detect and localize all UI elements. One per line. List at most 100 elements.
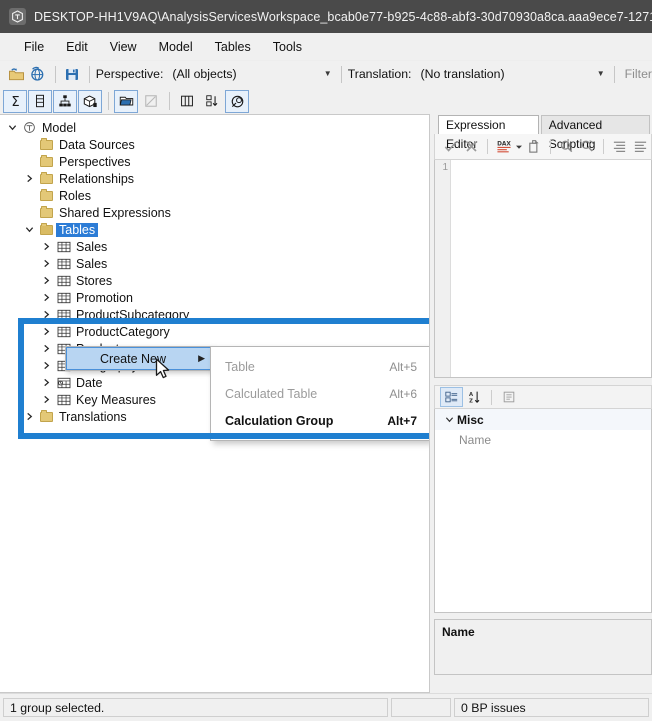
tree-node-productsubcategory[interactable]: ProductSubcategory bbox=[0, 306, 429, 323]
perspective-combobox[interactable]: (All objects) ▼ bbox=[170, 64, 335, 84]
dax-format-dropdown-icon[interactable] bbox=[514, 136, 523, 158]
find-icon[interactable] bbox=[556, 136, 577, 158]
menu-bar: File Edit View Model Tables Tools bbox=[0, 33, 652, 61]
tab-advanced-scripting[interactable]: Advanced Scripting bbox=[540, 115, 650, 151]
tree-node-data-sources[interactable]: Data Sources bbox=[0, 136, 429, 153]
chevron-down-icon[interactable]: ▼ bbox=[594, 70, 608, 78]
open-folder-icon[interactable] bbox=[6, 64, 26, 85]
tree-node-label: Key Measures bbox=[76, 392, 156, 407]
tree-node-label: ProductSubcategory bbox=[76, 307, 190, 322]
folder-icon bbox=[40, 188, 53, 201]
paste-icon[interactable] bbox=[523, 136, 544, 158]
tree-node-stores[interactable]: Stores bbox=[0, 272, 429, 289]
property-row-name[interactable]: Name bbox=[435, 430, 651, 450]
submenu-item-label: Calculation Group bbox=[225, 413, 334, 428]
tree-node-sales[interactable]: Sales bbox=[0, 255, 429, 272]
translation-combobox[interactable]: (No translation) ▼ bbox=[418, 64, 608, 84]
model-tree-panel[interactable]: Model Data Sources Perspectives Relationshi… bbox=[0, 114, 430, 693]
expression-tabs: Expression Editor Advanced Scripting bbox=[434, 114, 652, 151]
properties-grid[interactable]: Misc Name bbox=[434, 409, 652, 613]
menu-edit[interactable]: Edit bbox=[55, 36, 99, 58]
measures-toggle-button[interactable]: Σ bbox=[3, 89, 27, 113]
chevron-right-icon[interactable] bbox=[38, 293, 54, 302]
tree-node-tables[interactable]: Tables bbox=[0, 221, 429, 238]
categorized-view-icon[interactable] bbox=[440, 387, 463, 407]
dependencies-toggle-button[interactable] bbox=[225, 89, 249, 113]
menu-tools[interactable]: Tools bbox=[262, 36, 313, 58]
sort-order-toggle-button[interactable] bbox=[200, 90, 224, 113]
chevron-right-icon[interactable] bbox=[38, 327, 54, 336]
folder-icon bbox=[40, 137, 53, 150]
display-folders-toggle-button[interactable] bbox=[114, 89, 138, 113]
tree-node-promotion[interactable]: Promotion bbox=[0, 289, 429, 306]
chevron-right-icon[interactable] bbox=[38, 378, 54, 387]
folder-icon bbox=[37, 154, 56, 167]
tree-node-label: Shared Expressions bbox=[59, 205, 171, 220]
property-pages-icon[interactable] bbox=[497, 387, 520, 407]
cancel-x-icon[interactable] bbox=[461, 136, 482, 158]
menu-view[interactable]: View bbox=[99, 36, 148, 58]
tree-node-productcategory[interactable]: ProductCategory bbox=[0, 323, 429, 340]
table-icon bbox=[54, 241, 73, 253]
status-bp-issues[interactable]: 0 BP issues bbox=[454, 698, 649, 717]
chevron-down-icon[interactable] bbox=[21, 225, 37, 234]
accept-check-icon[interactable] bbox=[440, 136, 461, 158]
properties-category-misc[interactable]: Misc bbox=[435, 409, 651, 430]
all-columns-toggle-button[interactable] bbox=[175, 90, 199, 113]
tree-node-shared-expressions[interactable]: Shared Expressions bbox=[0, 204, 429, 221]
indent-icon[interactable] bbox=[609, 136, 630, 158]
refresh-globe-icon[interactable] bbox=[27, 64, 47, 85]
folder-icon bbox=[37, 188, 56, 201]
chevron-right-icon[interactable] bbox=[38, 259, 54, 268]
chevron-right-icon[interactable] bbox=[38, 395, 54, 404]
context-menu-item-create-new[interactable]: Create New ▶ bbox=[66, 347, 212, 370]
submenu-item-table[interactable]: Table Alt+5 bbox=[211, 353, 429, 380]
menu-model[interactable]: Model bbox=[148, 36, 204, 58]
expr-toolbar-divider-2 bbox=[549, 139, 551, 154]
chevron-down-icon[interactable] bbox=[441, 415, 457, 424]
date-table-icon bbox=[54, 377, 73, 389]
chevron-right-icon[interactable] bbox=[38, 344, 54, 353]
chevron-down-icon[interactable]: ▼ bbox=[321, 70, 335, 78]
tree-node-sales[interactable]: Sales bbox=[0, 238, 429, 255]
tree-node-perspectives[interactable]: Perspectives bbox=[0, 153, 429, 170]
properties-toolbar-divider bbox=[491, 389, 492, 405]
context-menu[interactable]: Create New ▶ bbox=[65, 346, 213, 371]
tree-node-roles[interactable]: Roles bbox=[0, 187, 429, 204]
save-icon[interactable] bbox=[62, 64, 82, 85]
submenu-item-label: Calculated Table bbox=[225, 386, 318, 401]
tree-node-model[interactable]: Model bbox=[0, 119, 429, 136]
chevron-right-icon[interactable] bbox=[38, 242, 54, 251]
chevron-right-icon[interactable] bbox=[38, 361, 54, 370]
editor-code-area[interactable] bbox=[451, 160, 651, 377]
tree-node-label: ProductCategory bbox=[76, 324, 170, 339]
chevron-down-icon[interactable] bbox=[4, 123, 20, 132]
columns-toggle-button[interactable] bbox=[28, 89, 52, 113]
chevron-right-icon[interactable] bbox=[21, 174, 37, 183]
menu-file[interactable]: File bbox=[13, 36, 55, 58]
properties-toolbar: A Z bbox=[434, 385, 652, 409]
tree-node-relationships[interactable]: Relationships bbox=[0, 170, 429, 187]
partitions-toggle-button[interactable] bbox=[78, 89, 102, 113]
tab-expression-editor[interactable]: Expression Editor bbox=[438, 115, 539, 151]
table-icon bbox=[54, 326, 73, 338]
toolbar-divider-3 bbox=[340, 65, 342, 83]
dax-format-icon[interactable]: DAX bbox=[493, 136, 514, 158]
filter-input[interactable]: Filter bbox=[625, 67, 652, 81]
hidden-objects-toggle-button[interactable] bbox=[139, 90, 163, 113]
chevron-right-icon[interactable] bbox=[21, 412, 37, 421]
chevron-right-icon[interactable] bbox=[38, 310, 54, 319]
replace-icon[interactable] bbox=[577, 136, 598, 158]
menu-tables[interactable]: Tables bbox=[204, 36, 262, 58]
hierarchies-toggle-button[interactable] bbox=[53, 89, 77, 113]
table-icon bbox=[54, 292, 73, 304]
alphabetical-sort-icon[interactable]: A Z bbox=[463, 387, 486, 407]
chevron-right-icon[interactable] bbox=[38, 276, 54, 285]
outdent-icon[interactable] bbox=[630, 136, 651, 158]
submenu-item-calculated-table[interactable]: Calculated Table Alt+6 bbox=[211, 380, 429, 407]
create-new-submenu[interactable]: Table Alt+5 Calculated Table Alt+6 Calcu… bbox=[210, 346, 429, 441]
table-icon bbox=[57, 275, 70, 286]
main-content-area: Model Data Sources Perspectives Relationshi… bbox=[0, 114, 652, 693]
expression-editor[interactable]: 1 bbox=[434, 160, 652, 378]
submenu-item-calculation-group[interactable]: Calculation Group Alt+7 bbox=[211, 407, 429, 434]
